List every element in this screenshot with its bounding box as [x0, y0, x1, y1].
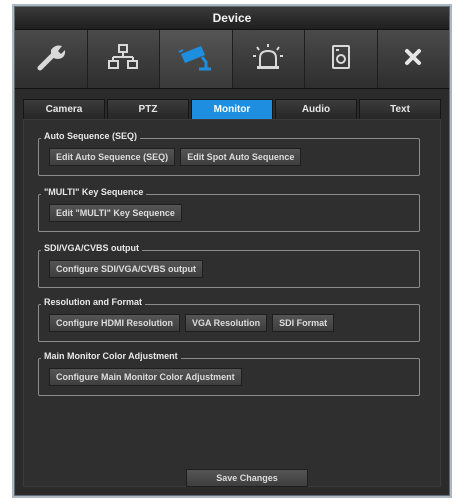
tab-monitor[interactable]: Monitor — [191, 99, 273, 121]
toolbar-close[interactable] — [377, 30, 449, 88]
window-title: Device — [15, 7, 449, 30]
tab-camera[interactable]: Camera — [23, 99, 105, 121]
group-title: SDI/VGA/CVBS output — [41, 243, 142, 253]
toolbar-storage[interactable] — [305, 30, 378, 88]
group-auto-sequence: Auto Sequence (SEQ) Edit Auto Sequence (… — [38, 131, 420, 176]
icon-toolbar — [15, 30, 449, 89]
group-color-adjustment: Main Monitor Color Adjustment Configure … — [38, 351, 420, 396]
camera-icon — [177, 42, 215, 77]
toolbar-settings[interactable] — [15, 30, 88, 88]
tab-bar: Camera PTZ Monitor Audio Text — [15, 89, 449, 121]
tab-text[interactable]: Text — [359, 99, 441, 121]
edit-multi-key-sequence-button[interactable]: Edit "MULTI" Key Sequence — [49, 204, 182, 222]
configure-hdmi-resolution-button[interactable]: Configure HDMI Resolution — [49, 314, 180, 332]
wrench-icon — [34, 42, 68, 77]
group-title: Main Monitor Color Adjustment — [41, 351, 181, 361]
toolbar-alarm[interactable] — [232, 30, 305, 88]
monitor-panel: Auto Sequence (SEQ) Edit Auto Sequence (… — [23, 119, 441, 487]
group-title: "MULTI" Key Sequence — [41, 187, 147, 197]
edit-auto-sequence-button[interactable]: Edit Auto Sequence (SEQ) — [49, 148, 176, 166]
toolbar-device[interactable] — [160, 30, 233, 88]
close-icon — [398, 42, 428, 77]
group-multi-key: "MULTI" Key Sequence Edit "MULTI" Key Se… — [38, 187, 420, 232]
sdi-format-button[interactable]: SDI Format — [272, 314, 335, 332]
vga-resolution-button[interactable]: VGA Resolution — [185, 314, 268, 332]
tab-audio[interactable]: Audio — [275, 99, 357, 121]
alarm-light-icon — [251, 42, 285, 77]
device-window: Device Camera PTZ Monitor Audio Text Aut… — [14, 6, 450, 496]
disk-icon — [324, 42, 358, 77]
save-changes-button[interactable]: Save Changes — [186, 469, 308, 487]
tab-ptz[interactable]: PTZ — [107, 99, 189, 121]
configure-color-adjustment-button[interactable]: Configure Main Monitor Color Adjustment — [49, 368, 242, 386]
group-title: Resolution and Format — [41, 297, 146, 307]
group-output: SDI/VGA/CVBS output Configure SDI/VGA/CV… — [38, 243, 420, 288]
group-title: Auto Sequence (SEQ) — [41, 131, 141, 141]
edit-spot-auto-sequence-button[interactable]: Edit Spot Auto Sequence — [180, 148, 302, 166]
configure-output-button[interactable]: Configure SDI/VGA/CVBS output — [49, 260, 203, 278]
network-icon — [106, 42, 140, 77]
toolbar-network[interactable] — [87, 30, 160, 88]
group-resolution: Resolution and Format Configure HDMI Res… — [38, 297, 420, 342]
